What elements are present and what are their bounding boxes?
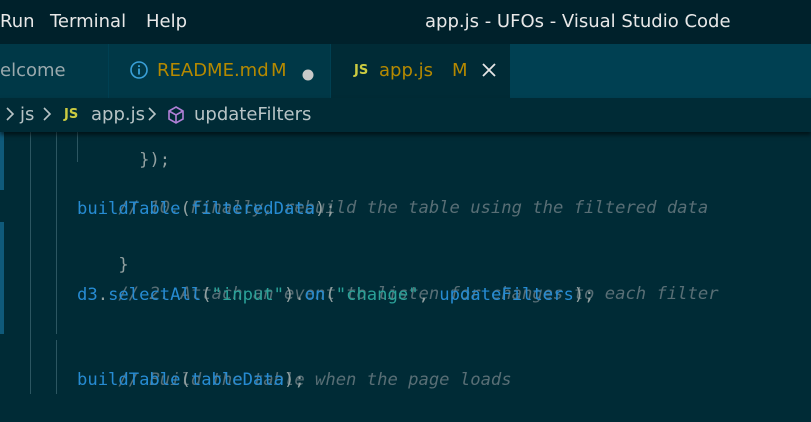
tab-label: elcome [0,60,66,81]
menu-terminal[interactable]: Terminal [50,11,126,32]
breadcrumb-file[interactable]: app.js [91,104,145,125]
breadcrumb-symbol[interactable]: updateFilters [194,104,311,125]
indent-guide [56,132,57,334]
chevron-right-icon [42,104,52,129]
editor-tabs: elcome README.md M JS app.js M [0,44,811,98]
unsaved-dot-icon[interactable] [302,65,314,86]
chevron-right-icon [5,104,15,129]
close-icon[interactable] [481,62,497,83]
menu-help[interactable]: Help [146,11,187,32]
menu-run[interactable]: Run [0,11,35,32]
breadcrumb-folder[interactable]: js [20,104,34,125]
breadcrumb: js JS app.js updateFilters [0,98,811,132]
tab-label: README.md [157,60,269,81]
symbol-method-icon [166,105,186,130]
window-title: app.js - UFOs - Visual Studio Code [425,11,731,32]
indent-guide [56,340,57,394]
indent-guide [30,132,31,394]
tab-label: app.js [379,60,433,81]
code-line: d3.selectAll("input").on("change", updat… [77,285,595,305]
git-change-indicator [0,222,4,334]
tab-app-js[interactable]: JS app.js M [331,44,510,98]
chevron-right-icon [147,104,157,129]
title-bar: Run Terminal Help app.js - UFOs - Visual… [0,0,811,44]
modified-badge: M [452,60,468,81]
code-line: // Build the table when the page loads [118,370,512,390]
js-file-icon: JS [64,107,79,122]
code-line: // 10. Finally, rebuild the table using … [118,198,709,218]
js-file-icon: JS [354,63,369,78]
tab-readme[interactable]: README.md M [109,44,330,98]
git-change-indicator [0,132,4,190]
tab-welcome[interactable]: elcome [0,44,108,98]
code-line: buildTable(filteredData); [77,199,336,219]
info-icon [129,60,149,82]
code-line: buildTable(tableData); [77,370,305,390]
modified-badge: M [271,60,287,81]
code-editor[interactable]: }); // 10. Finally, rebuild the table us… [0,132,811,410]
code-line: // 2. Attach an event to listen for chan… [118,284,719,304]
code-line: } [118,255,129,275]
